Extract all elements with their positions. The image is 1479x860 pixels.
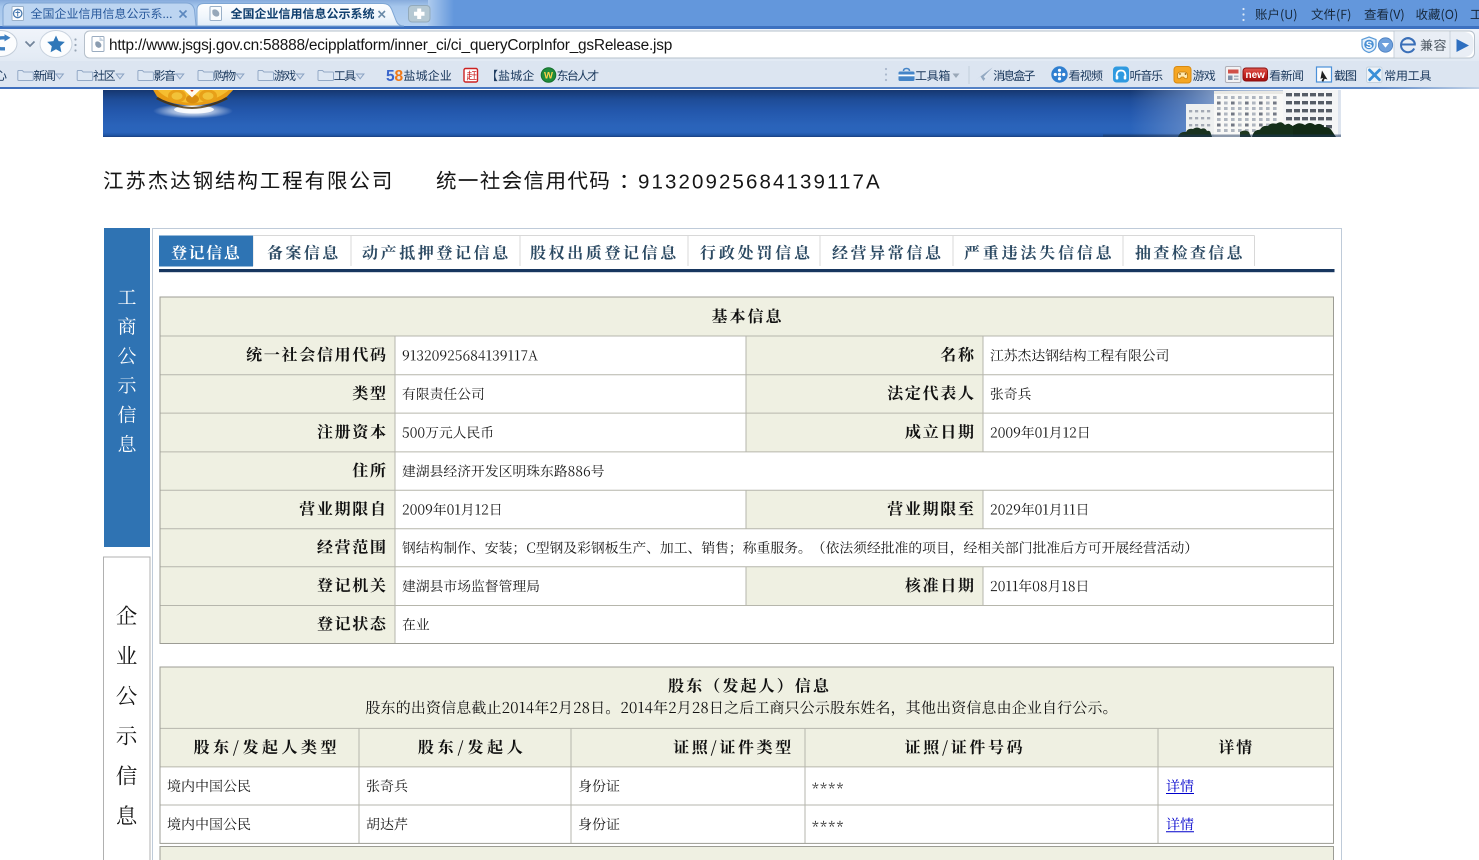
- svg-text:http://www.jsgsj.gov.cn:58888/: http://www.jsgsj.gov.cn:58888/ecipplatfo…: [109, 37, 672, 54]
- svg-text:8: 8: [395, 68, 404, 85]
- svg-text:new: new: [1245, 70, 1265, 81]
- svg-text:W: W: [544, 71, 553, 82]
- svg-text:S: S: [1366, 40, 1372, 51]
- svg-text:91320925684139117A: 91320925684139117A: [638, 171, 882, 194]
